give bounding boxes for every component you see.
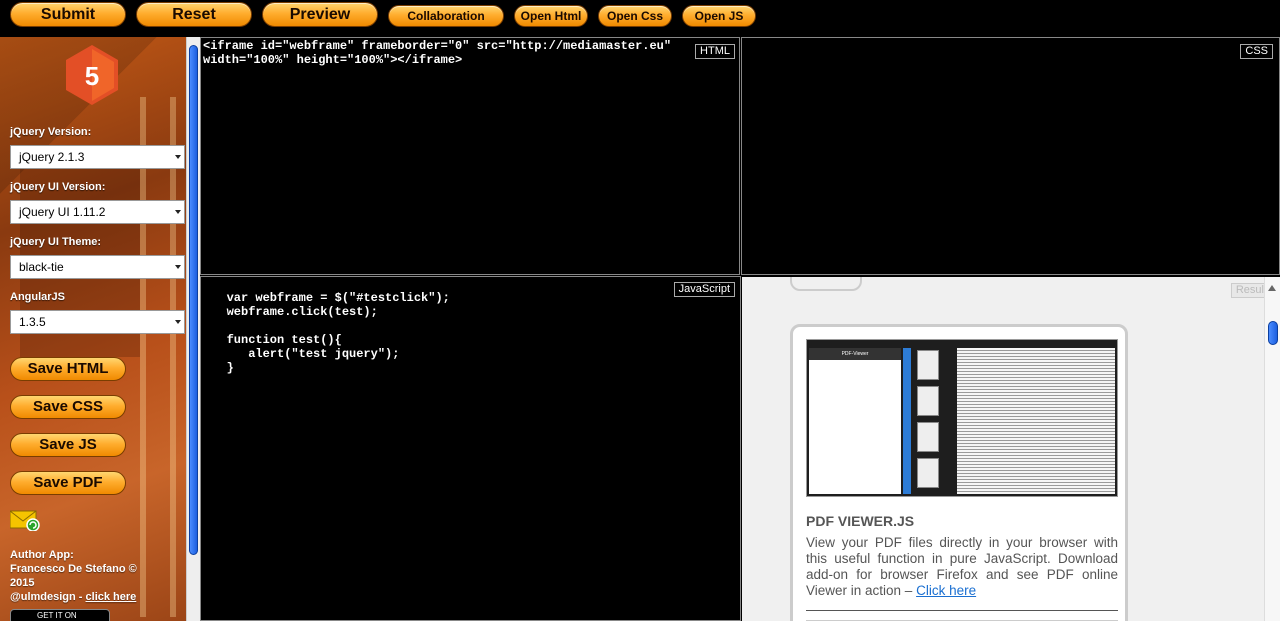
save-js-button[interactable]: Save JS — [10, 433, 126, 457]
card-link[interactable]: Click here — [916, 583, 976, 598]
chevron-down-icon — [175, 155, 181, 159]
html-panel-tag: HTML — [695, 44, 735, 59]
store-badge-text: GET IT ON — [37, 611, 77, 620]
app-root: Submit Reset Preview Collaboration Open … — [0, 0, 1280, 621]
save-pdf-button[interactable]: Save PDF — [10, 471, 126, 495]
screenshot-left-pane: PDF-Viewer — [809, 348, 901, 494]
scroll-up-icon[interactable] — [1268, 285, 1276, 291]
js-code[interactable]: var webframe = $("#testclick"); webframe… — [205, 291, 450, 375]
chevron-down-icon — [175, 265, 181, 269]
angularjs-value: 1.3.5 — [19, 315, 46, 329]
screenshot-divider — [903, 348, 911, 494]
submit-button[interactable]: Submit — [10, 2, 126, 27]
html5-logo-text: 5 — [85, 61, 99, 91]
chevron-down-icon — [175, 210, 181, 214]
jqueryui-version-select[interactable]: jQuery UI 1.11.2 — [10, 200, 185, 224]
open-html-button[interactable]: Open Html — [514, 5, 588, 27]
result-card: PDF-Viewer PDF VIEWER.JS View your PDF f… — [790, 324, 1128, 621]
envelope-icon[interactable] — [10, 509, 40, 531]
jqueryui-theme-label: jQuery UI Theme: — [10, 236, 102, 248]
sidebar-scrollbar[interactable] — [186, 37, 200, 621]
author-link[interactable]: click here — [86, 591, 137, 603]
card-divider — [806, 610, 1118, 611]
author-line-2: Francesco De Stefano © — [10, 563, 137, 575]
jquery-version-label: jQuery Version: — [10, 126, 92, 138]
author-handle: @ulmdesign - — [10, 591, 86, 603]
js-panel-tag: JavaScript — [673, 282, 735, 297]
pdf-viewer-screenshot: PDF-Viewer — [806, 339, 1118, 497]
jquery-version-select[interactable]: jQuery 2.1.3 — [10, 145, 185, 169]
html-code[interactable]: <iframe id="webframe" frameborder="0" sr… — [203, 39, 671, 67]
jqueryui-theme-select[interactable]: black-tie — [10, 255, 185, 279]
author-handle-row: @ulmdesign - click here — [10, 590, 190, 604]
css-panel-tag: CSS — [1240, 44, 1273, 59]
html-editor-panel[interactable]: <iframe id="webframe" frameborder="0" sr… — [200, 37, 740, 275]
author-line-1: Author App: — [10, 549, 74, 561]
html5-logo-icon: 5 — [66, 45, 118, 105]
angularjs-select[interactable]: 1.3.5 — [10, 310, 185, 334]
screenshot-document — [957, 348, 1115, 494]
preview-button[interactable]: Preview — [262, 2, 378, 27]
save-html-button[interactable]: Save HTML — [10, 357, 126, 381]
jqueryui-theme-value: black-tie — [19, 260, 64, 274]
open-js-button[interactable]: Open JS — [682, 5, 756, 27]
card-description: View your PDF files directly in your bro… — [806, 535, 1118, 599]
angularjs-label: AngularJS — [10, 291, 66, 303]
chevron-down-icon — [175, 320, 181, 324]
screenshot-header: PDF-Viewer — [809, 348, 901, 360]
sidebar-scrollbar-thumb[interactable] — [189, 45, 198, 555]
collaboration-button[interactable]: Collaboration — [388, 5, 504, 27]
sidebar: 5 jQuery Version: jQuery 2.1.3 jQuery UI… — [0, 37, 200, 621]
css-editor-panel[interactable]: CSS — [741, 37, 1280, 275]
card-title: PDF VIEWER.JS — [806, 513, 915, 529]
jqueryui-version-value: jQuery UI 1.11.2 — [19, 205, 106, 219]
store-badge[interactable]: GET IT ON — [10, 609, 110, 621]
reset-button[interactable]: Reset — [136, 2, 252, 27]
result-scrollbar[interactable] — [1264, 277, 1280, 621]
js-editor-panel[interactable]: var webframe = $("#testclick"); webframe… — [200, 276, 741, 621]
top-toolbar: Submit Reset Preview Collaboration Open … — [0, 0, 1280, 37]
jqueryui-version-label: jQuery UI Version: — [10, 181, 106, 193]
result-panel: PDF-Viewer PDF VIEWER.JS View your PDF f… — [742, 277, 1280, 621]
result-scrollbar-thumb[interactable] — [1268, 321, 1278, 345]
result-top-tab — [790, 277, 862, 291]
screenshot-thumbnails — [915, 348, 941, 494]
save-css-button[interactable]: Save CSS — [10, 395, 126, 419]
open-css-button[interactable]: Open Css — [598, 5, 672, 27]
jquery-version-value: jQuery 2.1.3 — [19, 150, 85, 164]
author-line-3: 2015 — [10, 577, 35, 589]
author-info: Author App: Francesco De Stefano © 2015 … — [10, 548, 190, 604]
